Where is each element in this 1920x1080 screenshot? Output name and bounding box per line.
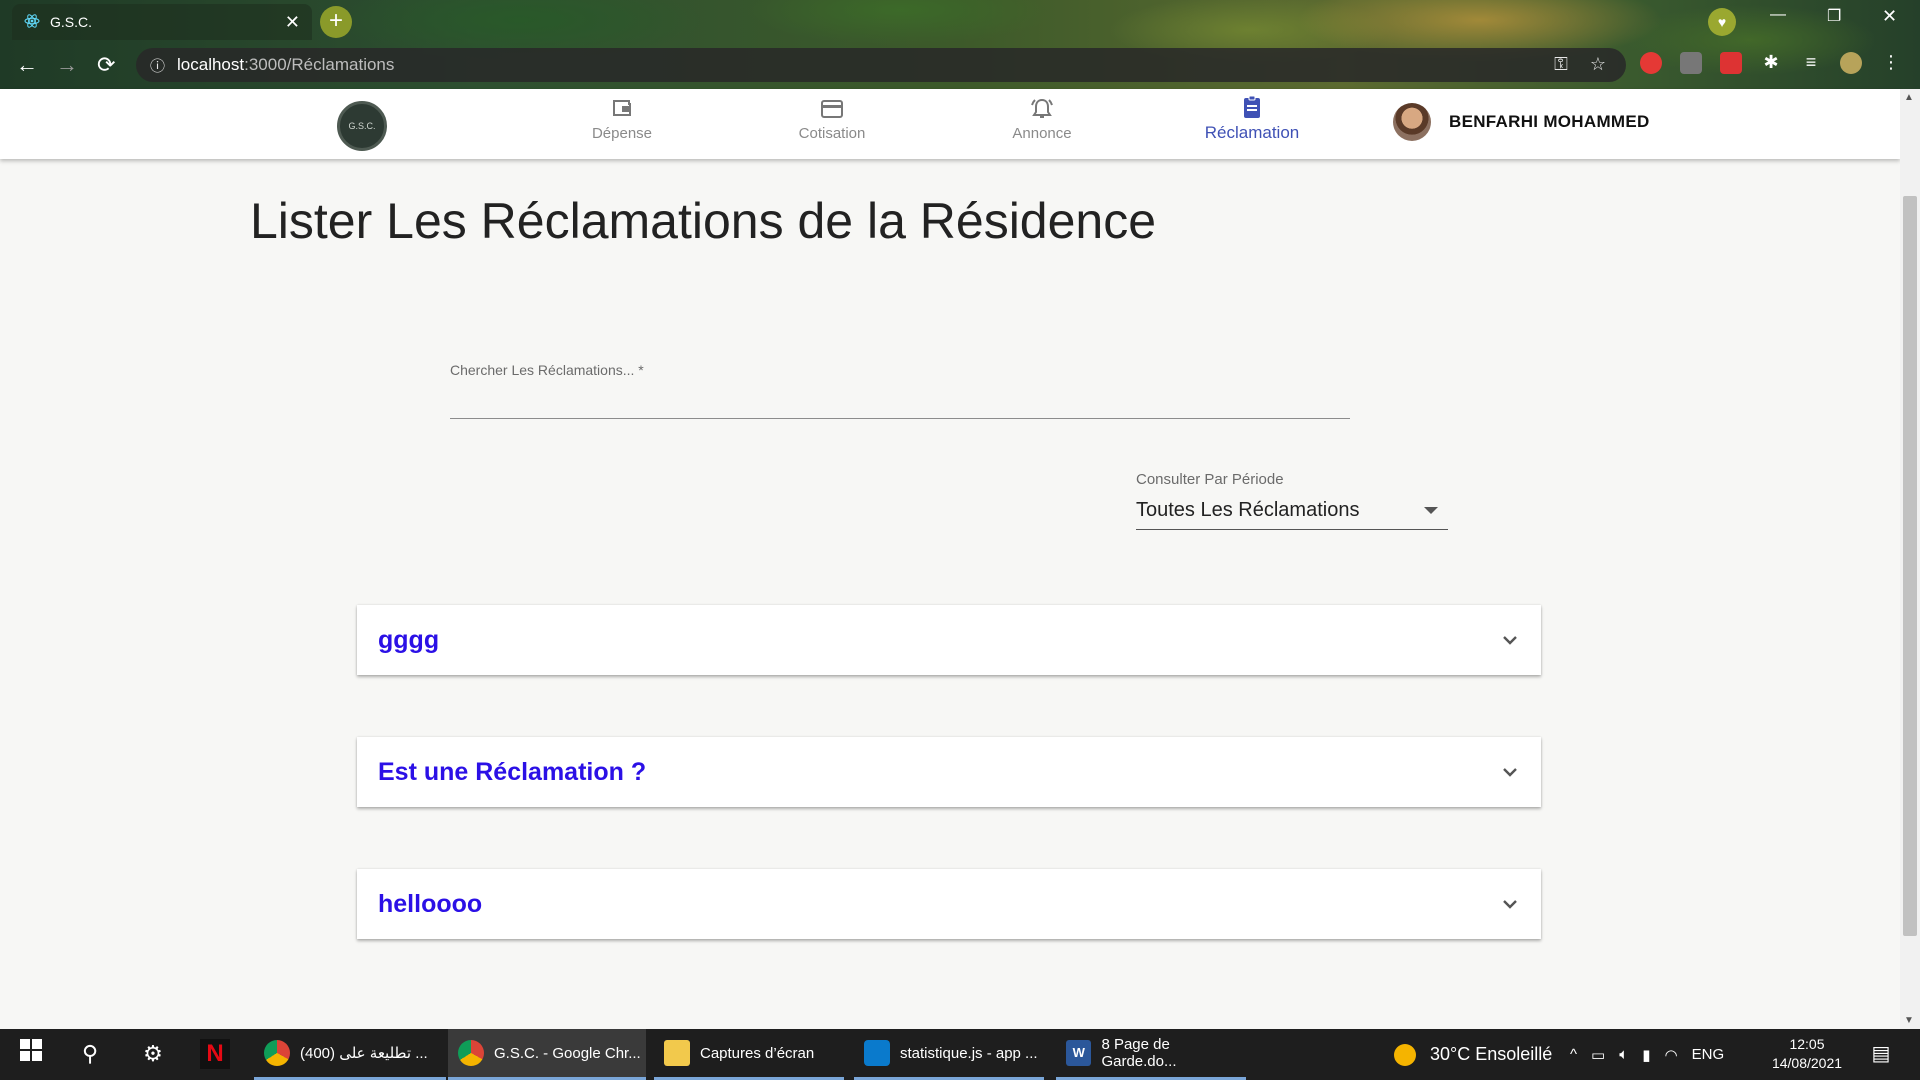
key-icon[interactable]: ⚿: [1554, 54, 1568, 75]
page-title: Lister Les Réclamations de la Résidence: [250, 193, 1157, 249]
minimize-icon[interactable]: —: [1770, 6, 1786, 24]
reclamation-title: gggg: [378, 625, 440, 654]
expand-chevron-icon[interactable]: [1501, 634, 1519, 646]
new-tab-button[interactable]: +: [320, 6, 352, 38]
extension-c-icon[interactable]: [1680, 52, 1702, 74]
reload-icon[interactable]: ⟳: [97, 52, 115, 78]
menu-dots-icon[interactable]: ⋮: [1880, 52, 1902, 74]
period-label: Consulter Par Période: [1136, 471, 1284, 488]
site-info-icon[interactable]: ⓘ: [150, 55, 165, 76]
nav-depense[interactable]: Dépense: [562, 97, 682, 142]
close-window-icon[interactable]: ✕: [1882, 6, 1897, 27]
reading-list-icon[interactable]: ≡: [1800, 52, 1822, 74]
settings-gear-icon[interactable]: ⚙: [138, 1039, 168, 1069]
notification-icon[interactable]: ▤: [1866, 1039, 1896, 1069]
user-name: BENFARHI MOHAMMED: [1449, 112, 1650, 131]
nav-cotisation-label: Cotisation: [798, 125, 866, 142]
period-select[interactable]: Toutes Les Réclamations: [1136, 492, 1448, 530]
address-bar[interactable]: ⓘ localhost:3000/Réclamations ⚿ ☆: [136, 48, 1626, 82]
weather-widget[interactable]: 30°C Ensoleillé: [1394, 1029, 1552, 1080]
expand-chevron-icon[interactable]: [1501, 898, 1519, 910]
clock[interactable]: 12:05 14/08/2021: [1752, 1035, 1862, 1073]
period-select-value: Toutes Les Réclamations: [1136, 499, 1360, 521]
credit-card-icon: [821, 100, 843, 118]
dropdown-arrow-icon: [1424, 507, 1438, 514]
extension-red-icon[interactable]: [1720, 52, 1742, 74]
search-input[interactable]: [450, 385, 1350, 419]
nav-cotisation[interactable]: Cotisation: [772, 97, 892, 142]
windows-start-icon[interactable]: [16, 1039, 46, 1069]
folder-icon: [664, 1040, 690, 1066]
nav-annonce[interactable]: Annonce: [982, 97, 1102, 142]
nav-reclamation-label: Réclamation: [1204, 123, 1300, 142]
sun-icon: [1394, 1043, 1416, 1066]
app-header: G.S.C. Dépense Cotisation Annonce Réclam…: [0, 89, 1900, 159]
system-tray: ^ ▭ 🔈︎ ▮ ◠ ENG: [1570, 1029, 1724, 1080]
language-indicator[interactable]: ENG: [1692, 1046, 1725, 1063]
taskbar-app-label: Captures d’écran: [700, 1044, 815, 1062]
forward-icon[interactable]: →: [56, 52, 78, 78]
word-icon: W: [1066, 1040, 1092, 1066]
device-icon[interactable]: ▭: [1591, 1046, 1605, 1064]
browser-profile-icon[interactable]: ♥: [1708, 8, 1736, 36]
vscode-icon: [864, 1040, 890, 1066]
tab-close-icon[interactable]: ✕: [285, 12, 300, 33]
taskbar: ⚲ ⚙ N (400) تطليعة على ... G.S.C. - Goog…: [0, 1029, 1920, 1080]
battery-icon[interactable]: ▮: [1642, 1046, 1650, 1064]
search-label: Chercher Les Réclamations... *: [450, 362, 644, 378]
wifi-icon[interactable]: ◠: [1665, 1046, 1678, 1064]
puzzle-icon[interactable]: ✱: [1760, 52, 1782, 74]
chrome-icon: [458, 1040, 484, 1066]
url-path: :3000/Réclamations: [244, 55, 395, 74]
reclamation-item[interactable]: helloooo: [357, 869, 1541, 939]
taskbar-app-label: G.S.C. - Google Chr...: [494, 1044, 641, 1062]
bell-icon: [1031, 98, 1053, 118]
chrome-icon: [264, 1040, 290, 1066]
reclamation-title: Est une Réclamation ?: [378, 757, 647, 786]
taskbar-app-label: 8 Page de Garde.do...: [1101, 1036, 1177, 1070]
chevron-up-icon[interactable]: ^: [1570, 1046, 1577, 1063]
avatar: [1393, 103, 1431, 141]
browser-frame: G.S.C. ✕ + ♥ — ❐ ✕ ← → ⟳ ⓘ localhost:300…: [0, 0, 1920, 89]
taskbar-app-explorer[interactable]: Captures d’écran: [654, 1029, 844, 1080]
taskbar-app-label: statistique.js - app ...: [900, 1044, 1038, 1062]
expand-chevron-icon[interactable]: [1501, 766, 1519, 778]
profile-avatar-icon[interactable]: [1840, 52, 1862, 74]
reclamation-item[interactable]: gggg: [357, 605, 1541, 675]
scroll-down-icon[interactable]: ▼: [1904, 1015, 1914, 1026]
user-menu[interactable]: BENFARHI MOHAMMED: [1393, 103, 1650, 141]
nav-reclamation[interactable]: Réclamation: [1192, 95, 1312, 143]
browser-tab[interactable]: G.S.C. ✕: [12, 4, 312, 40]
search-icon[interactable]: ⚲: [75, 1039, 105, 1069]
taskbar-app-label: (400) تطليعة على ...: [300, 1045, 428, 1062]
clock-date: 14/08/2021: [1771, 1055, 1843, 1071]
bookmark-star-icon[interactable]: ☆: [1590, 54, 1606, 75]
taskbar-app-chrome-youtube[interactable]: (400) تطليعة على ...: [254, 1029, 446, 1080]
taskbar-app-vscode[interactable]: statistique.js - app ...: [854, 1029, 1044, 1080]
adblock-icon[interactable]: [1640, 52, 1662, 74]
scrollbar-thumb[interactable]: [1903, 196, 1917, 936]
weather-text: 30°C Ensoleillé: [1430, 1044, 1553, 1064]
nav-depense-label: Dépense: [591, 125, 653, 142]
back-icon[interactable]: ←: [16, 52, 38, 78]
taskbar-app-chrome-gsc[interactable]: G.S.C. - Google Chr...: [448, 1029, 646, 1080]
netflix-icon[interactable]: N: [200, 1039, 230, 1069]
logo[interactable]: G.S.C.: [337, 101, 387, 151]
url-host: localhost: [177, 55, 245, 74]
volume-icon[interactable]: 🔈︎: [1619, 1046, 1628, 1063]
wallet-icon: [613, 100, 631, 116]
tab-title: G.S.C.: [50, 14, 93, 30]
taskbar-app-word[interactable]: W 8 Page de Garde.do...: [1056, 1029, 1246, 1080]
reclamation-item[interactable]: Est une Réclamation ?: [357, 737, 1541, 807]
restore-icon[interactable]: ❐: [1827, 6, 1841, 26]
extensions-bar: ✱ ≡ ⋮: [1640, 52, 1902, 74]
clipboard-icon: [1244, 95, 1260, 118]
clock-time: 12:05: [1789, 1036, 1825, 1052]
reclamation-title: helloooo: [378, 889, 483, 918]
react-icon: [24, 13, 40, 32]
nav-annonce-label: Annonce: [1012, 125, 1072, 142]
scroll-up-icon[interactable]: ▲: [1904, 92, 1914, 103]
